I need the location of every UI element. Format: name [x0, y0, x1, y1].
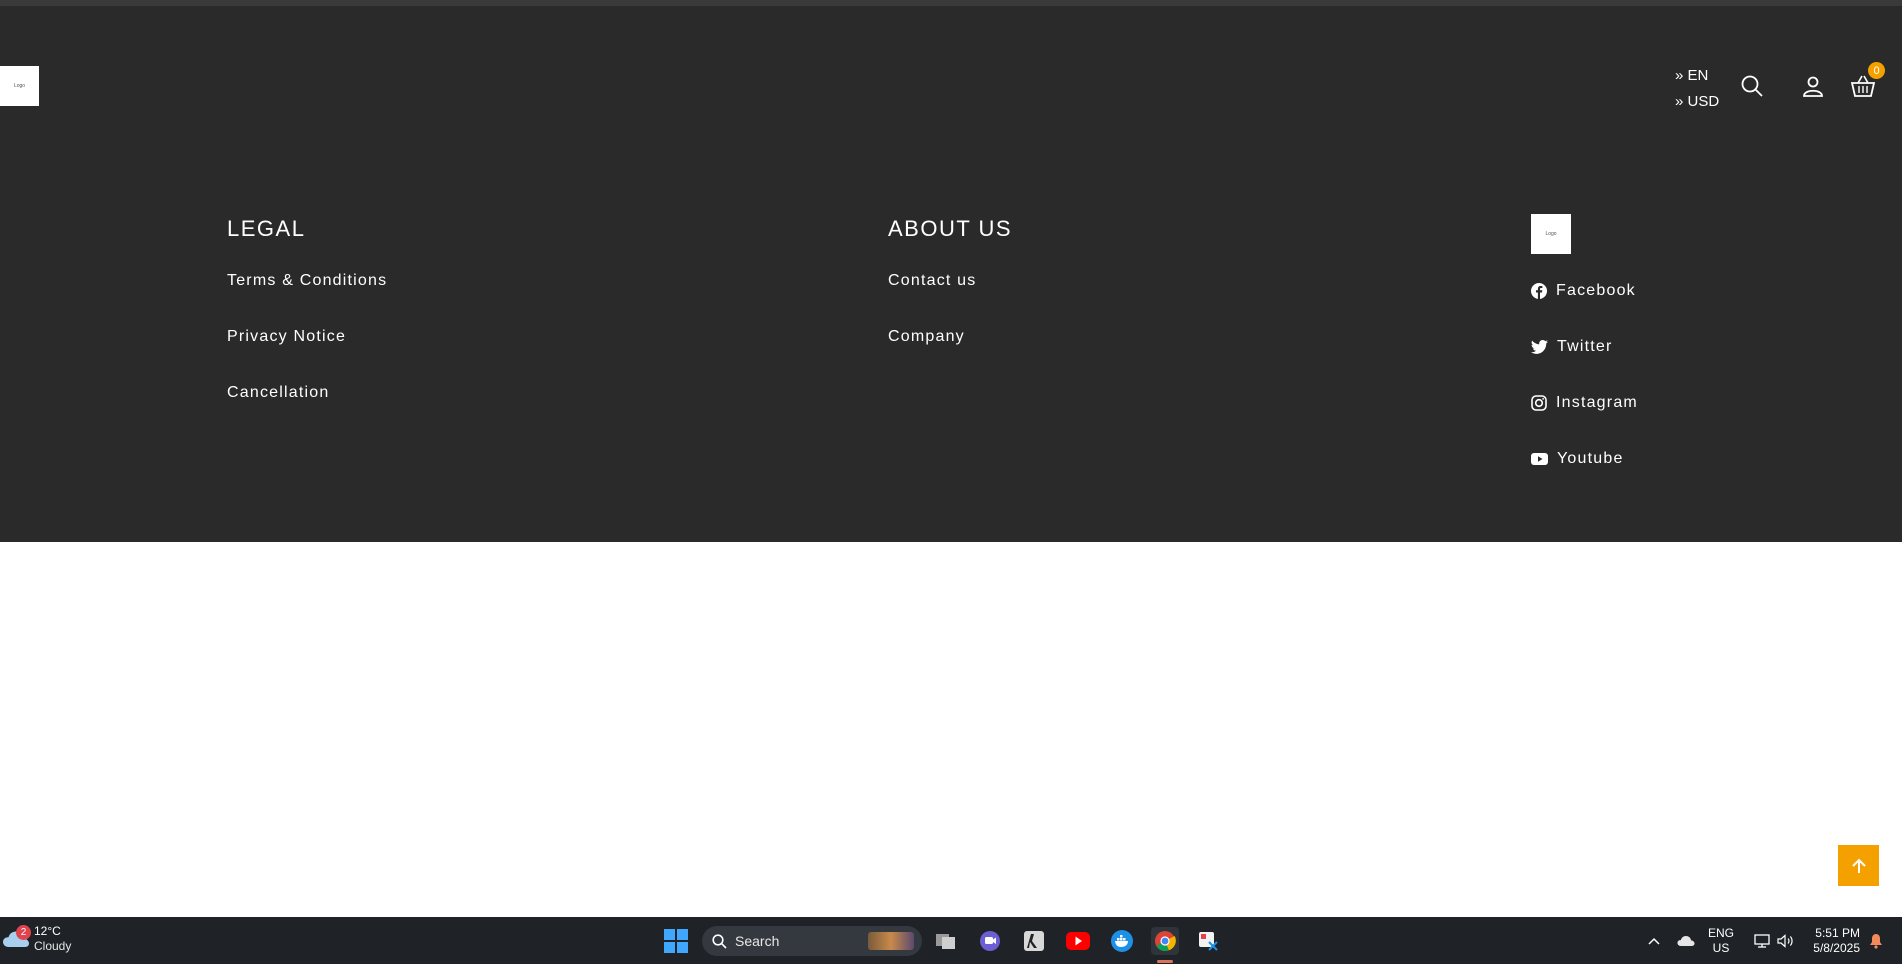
network-icon[interactable] [1752, 917, 1772, 964]
show-hidden-icons-chevron[interactable] [1644, 917, 1664, 964]
facebook-label: Facebook [1556, 282, 1636, 299]
contact-link[interactable]: Contact us [888, 272, 976, 290]
weather-condition: Cloudy [34, 939, 72, 953]
twitter-link[interactable]: Twitter [1531, 338, 1613, 356]
youtube-link[interactable]: Youtube [1531, 450, 1624, 468]
weather-temperature: 12°C [34, 924, 61, 938]
docker-icon[interactable] [1108, 927, 1136, 955]
taskbar-search[interactable]: Search [702, 926, 922, 956]
cart-count-badge: 0 [1868, 62, 1885, 79]
start-button[interactable] [664, 929, 688, 953]
windows-logo-tile [664, 942, 675, 953]
page: Logo » EN » USD 0 LEGAL Terms & Conditio… [0, 0, 1902, 964]
cancellation-link[interactable]: Cancellation [227, 384, 329, 402]
facebook-icon [1531, 283, 1547, 299]
site-logo[interactable]: Logo [0, 66, 39, 106]
teams-chat-icon[interactable] [976, 927, 1004, 955]
chrome-icon[interactable] [1151, 927, 1179, 955]
footer-logo-text: Logo [1545, 231, 1557, 237]
snipping-tool-icon[interactable] [1194, 927, 1222, 955]
windows-taskbar: 2 12°C Cloudy Search ENG US 5:51 PM 5/8/… [0, 917, 1902, 964]
twitter-icon [1531, 340, 1548, 354]
language-code: ENG [1708, 926, 1735, 940]
clock-date: 5/8/2025 [1813, 941, 1860, 955]
volume-icon[interactable] [1776, 917, 1796, 964]
system-clock[interactable]: 5:51 PM 5/8/2025 [1800, 926, 1860, 956]
instagram-link[interactable]: Instagram [1531, 394, 1638, 412]
instagram-label: Instagram [1556, 394, 1638, 411]
weather-notification-badge: 2 [16, 925, 31, 940]
search-icon[interactable] [1738, 72, 1766, 100]
privacy-link[interactable]: Privacy Notice [227, 328, 346, 346]
windows-logo-tile [677, 929, 688, 940]
about-title: ABOUT US [888, 216, 1013, 241]
company-link[interactable]: Company [888, 328, 965, 346]
twitter-label: Twitter [1557, 338, 1613, 355]
terms-link[interactable]: Terms & Conditions [227, 272, 387, 290]
search-icon [712, 933, 727, 949]
weather-widget[interactable]: 2 12°C Cloudy [2, 924, 71, 954]
windows-logo-tile [677, 942, 688, 953]
notification-bell-icon[interactable] [1866, 917, 1886, 964]
legal-title: LEGAL [227, 216, 306, 241]
language-selector[interactable]: » EN [1675, 63, 1719, 89]
youtube-label: Youtube [1557, 450, 1624, 467]
region-code: US [1712, 941, 1730, 955]
search-highlight-image [868, 932, 914, 950]
footer-logo[interactable]: Logo [1531, 214, 1571, 254]
task-view-icon[interactable] [932, 927, 960, 955]
instagram-icon [1531, 395, 1547, 411]
onedrive-icon[interactable] [1675, 917, 1697, 964]
site-header-footer: Logo » EN » USD 0 LEGAL Terms & Conditio… [0, 6, 1902, 542]
game-app-icon[interactable] [1020, 927, 1048, 955]
site-logo-text: Logo [13, 83, 26, 89]
arrow-up-icon [1851, 858, 1866, 873]
input-language-indicator[interactable]: ENG US [1708, 926, 1734, 956]
active-app-indicator [1157, 960, 1173, 963]
taskbar-search-label: Search [735, 933, 780, 949]
facebook-link[interactable]: Facebook [1531, 282, 1636, 300]
youtube-app-icon[interactable] [1064, 927, 1092, 955]
scroll-to-top-button[interactable] [1838, 845, 1879, 886]
youtube-icon [1531, 453, 1548, 465]
windows-logo-tile [664, 929, 675, 940]
locale-switcher: » EN » USD [1675, 63, 1719, 115]
clock-time: 5:51 PM [1815, 926, 1860, 940]
currency-selector[interactable]: » USD [1675, 89, 1719, 115]
user-icon[interactable] [1799, 72, 1827, 100]
